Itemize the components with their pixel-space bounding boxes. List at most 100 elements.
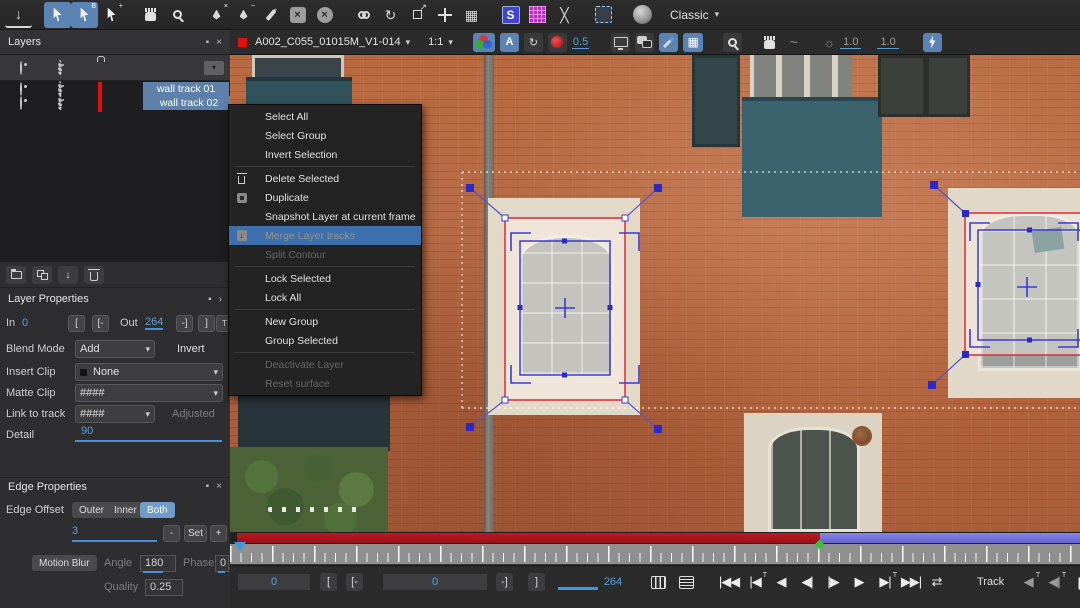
timeline-ruler[interactable] xyxy=(230,544,1080,565)
overlay-toggle-button[interactable] xyxy=(635,32,655,52)
close-icon[interactable]: × xyxy=(216,481,222,492)
trim-out-button[interactable]: -] xyxy=(176,314,193,332)
angle-field[interactable]: 180 xyxy=(140,554,176,573)
mesh-tool[interactable] xyxy=(524,2,551,28)
step-backward-button[interactable]: ◀| xyxy=(795,570,819,594)
close-icon[interactable]: × xyxy=(216,37,222,48)
gain-field[interactable]: 1.0 xyxy=(840,36,862,49)
timeline-track-bar[interactable] xyxy=(230,532,1080,550)
rotate-view-button[interactable]: ↻ xyxy=(523,32,543,52)
new-group-button[interactable] xyxy=(6,265,26,284)
menu-item-delete-selected[interactable]: Delete Selected xyxy=(229,169,421,188)
prev-keyframe-button[interactable]: |◀ T xyxy=(743,570,767,594)
dock-icon[interactable]: ▪ xyxy=(206,481,210,492)
trackball-tool[interactable] xyxy=(629,2,656,28)
menu-item-select-all[interactable]: Select All xyxy=(229,107,421,126)
expand-track-tool[interactable]: ╳ xyxy=(551,2,578,28)
menu-item-duplicate[interactable]: Duplicate xyxy=(229,188,421,207)
set-in-button[interactable]: [ xyxy=(320,573,337,591)
track-backward-button[interactable]: ◀ T xyxy=(1016,570,1041,594)
go-to-start-button[interactable]: |◀◀ xyxy=(717,570,741,594)
proxy-grid-button[interactable]: ▦ xyxy=(683,32,704,52)
edge-offset-field[interactable]: 3 xyxy=(72,525,157,542)
dock-icon[interactable]: ▪ xyxy=(208,294,212,305)
visibility-icon[interactable] xyxy=(20,96,22,110)
menu-item-snapshot-layer[interactable]: Snapshot Layer at current frame xyxy=(229,207,421,226)
next-keyframe-button[interactable]: ▶| T xyxy=(873,570,897,594)
chevron-down-icon[interactable]: ▾ xyxy=(448,37,453,48)
motion-blur-button[interactable]: Motion Blur xyxy=(32,555,97,571)
menu-item-lock-selected[interactable]: Lock Selected xyxy=(229,269,421,288)
play-backward-button[interactable]: ◀ xyxy=(769,570,793,594)
stabilize-tool[interactable]: S xyxy=(497,2,524,28)
step-forward-button[interactable]: |▶ xyxy=(821,570,845,594)
goto-out-button[interactable]: -] xyxy=(496,573,513,591)
in-value[interactable]: 0 xyxy=(22,317,28,329)
menu-item-merge-layer-tracks[interactable]: ↓ Merge Layer tracks xyxy=(229,226,421,245)
menu-item-group-selected[interactable]: Group Selected xyxy=(229,331,421,350)
select-tool[interactable] xyxy=(44,1,71,28)
zoom-select-button[interactable] xyxy=(723,32,743,52)
view-preset-dropdown[interactable]: Classic ▾ xyxy=(670,8,719,22)
out-frame-field[interactable]: 264 xyxy=(556,573,640,591)
current-frame-field[interactable]: 0 xyxy=(237,573,311,591)
blend-mode-dropdown[interactable]: Add ▾ xyxy=(75,340,155,358)
visibility-icon[interactable] xyxy=(20,82,22,96)
layer-name[interactable]: wall track 02 xyxy=(143,96,235,110)
delete-layer-button[interactable] xyxy=(84,265,104,284)
menu-item-select-group[interactable]: Select Group xyxy=(229,126,421,145)
select-both-tool[interactable]: B xyxy=(71,1,98,28)
spline-display-button[interactable] xyxy=(659,32,679,52)
menu-item-invert-selection[interactable]: Invert Selection xyxy=(229,145,421,164)
go-to-end-button[interactable]: ▶▶| xyxy=(899,570,923,594)
edge-minus-button[interactable]: - xyxy=(163,524,180,542)
layer-color-key[interactable] xyxy=(98,96,102,112)
gamma-field[interactable]: 1.0 xyxy=(877,36,899,49)
clip-name[interactable]: A002_C055_01015M_V1-014 xyxy=(255,36,401,48)
edge-outer-button[interactable]: Outer xyxy=(72,502,112,518)
detail-slider[interactable]: 90 xyxy=(75,425,222,443)
brush-tool[interactable] xyxy=(257,2,284,28)
gear-icon[interactable] xyxy=(58,59,62,76)
alpha-button[interactable]: A xyxy=(499,32,519,52)
play-forward-button[interactable]: ▶ xyxy=(847,570,871,594)
set-out-button[interactable]: ] xyxy=(528,573,545,591)
layer-name[interactable]: wall track 01 xyxy=(143,82,229,96)
pan-tool[interactable] xyxy=(137,2,164,28)
trim-in-button[interactable]: [- xyxy=(92,314,109,332)
gear-icon[interactable] xyxy=(58,95,62,111)
rotate-tool[interactable]: ↻ xyxy=(377,2,404,28)
pan-view-button[interactable] xyxy=(760,33,779,52)
visibility-icon[interactable] xyxy=(20,60,22,75)
grid-warp-tool[interactable]: ▦ xyxy=(458,2,485,28)
goto-in-button[interactable]: [- xyxy=(346,573,363,591)
playhead[interactable] xyxy=(234,542,246,551)
matte-circle-tool[interactable]: × xyxy=(311,2,338,28)
loop-button[interactable]: ⇄ xyxy=(925,570,949,594)
chevron-down-icon[interactable]: ▾ xyxy=(406,37,411,48)
chevron-right-icon[interactable]: › xyxy=(219,294,222,305)
add-point-tool[interactable]: + xyxy=(98,2,125,28)
track-backward-one-button[interactable]: ◀| T xyxy=(1042,570,1066,594)
matte-box-tool[interactable]: × xyxy=(284,2,311,28)
edge-plus-button[interactable]: + xyxy=(210,524,227,542)
pen-convert-tool[interactable]: ~ xyxy=(230,2,257,28)
pen-delete-tool[interactable]: × xyxy=(203,2,230,28)
out-value[interactable]: 264 xyxy=(145,316,164,330)
frame-all-button[interactable] xyxy=(648,573,669,591)
phase-field[interactable]: 0 xyxy=(215,554,229,573)
layer-row[interactable]: wall track 02 xyxy=(0,95,235,112)
curve-editor-button[interactable]: ~ xyxy=(784,33,803,52)
render-preview-button[interactable] xyxy=(922,32,942,52)
set-in-button[interactable]: [ xyxy=(68,314,85,332)
insert-clip-dropdown[interactable]: None ▾ xyxy=(75,363,223,381)
move-tool[interactable] xyxy=(431,2,458,28)
marquee-tool[interactable] xyxy=(590,2,617,28)
import-button[interactable]: ↓ xyxy=(5,2,32,28)
menu-item-new-group[interactable]: New Group xyxy=(229,312,421,331)
link-to-track-dropdown[interactable]: #### ▾ xyxy=(75,405,155,423)
layer-row[interactable]: wall track 01 xyxy=(0,81,230,98)
overlay-opacity-value[interactable]: 0.5 xyxy=(571,36,590,49)
quality-field[interactable]: 0.25 xyxy=(145,578,183,596)
link-tool[interactable] xyxy=(350,2,377,28)
